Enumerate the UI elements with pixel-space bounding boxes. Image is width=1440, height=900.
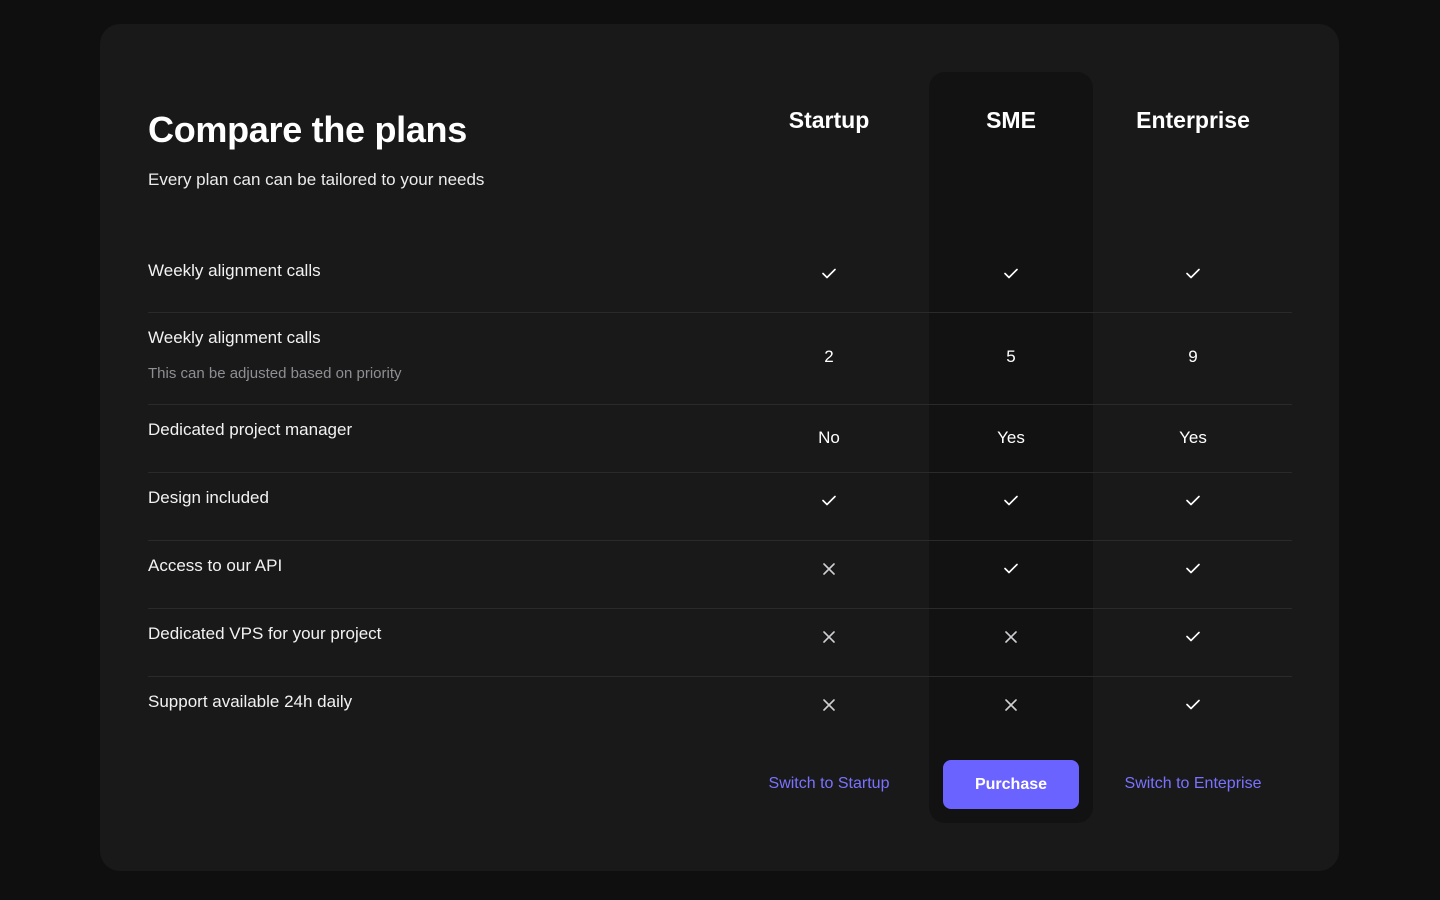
cell-value-sme: 5: [1006, 347, 1016, 366]
cell-value-startup: 2: [824, 347, 834, 366]
page-title: Compare the plans: [148, 109, 467, 150]
feature-label: Dedicated project manager: [148, 420, 353, 439]
pricing-comparison-card: Compare the plans Every plan can can be …: [100, 24, 1339, 871]
feature-label: Support available 24h daily: [148, 692, 353, 711]
check-icon: [747, 268, 911, 279]
feature-label: Weekly alignment calls: [148, 328, 321, 347]
check-icon: [1111, 699, 1275, 710]
table-row: Weekly alignment calls This can be adjust…: [148, 312, 1292, 405]
feature-label: Dedicated VPS for your project: [148, 624, 382, 643]
table-row: Weekly alignment calls: [148, 244, 1292, 313]
switch-to-startup-link[interactable]: Switch to Startup: [747, 774, 911, 794]
purchase-button[interactable]: Purchase: [943, 760, 1079, 809]
cross-icon: [929, 631, 1093, 643]
plan-header-enterprise: Enterprise: [1136, 107, 1250, 133]
cross-icon: [747, 563, 911, 575]
cross-icon: [747, 699, 911, 711]
table-row: Dedicated project manager No Yes Yes: [148, 404, 1292, 473]
cell-value-startup: No: [818, 428, 840, 447]
table-row: Support available 24h daily: [148, 676, 1292, 744]
plan-header-startup: Startup: [788, 107, 870, 133]
table-row: Design included: [148, 472, 1292, 541]
check-icon: [1111, 631, 1275, 642]
plan-header-sme: SME: [986, 107, 1036, 133]
check-icon: [1111, 268, 1275, 279]
check-icon: [747, 495, 911, 506]
feature-label: Design included: [148, 488, 269, 507]
feature-note: This can be adjusted based on priority: [148, 365, 402, 382]
page-subtitle: Every plan can can be tailored to your n…: [148, 170, 485, 189]
check-icon: [929, 268, 1093, 279]
cell-value-enterprise: 9: [1188, 347, 1198, 366]
check-icon: [929, 495, 1093, 506]
cell-value-enterprise: Yes: [1179, 428, 1207, 447]
check-icon: [929, 563, 1093, 574]
cell-value-sme: Yes: [997, 428, 1025, 447]
cross-icon: [747, 631, 911, 643]
cross-icon: [929, 699, 1093, 711]
feature-label: Access to our API: [148, 556, 283, 575]
table-row: Access to our API: [148, 540, 1292, 609]
check-icon: [1111, 495, 1275, 506]
switch-to-enterprise-link[interactable]: Switch to Enteprise: [1111, 774, 1275, 794]
feature-label: Weekly alignment calls: [148, 261, 321, 280]
check-icon: [1111, 563, 1275, 574]
table-row: Dedicated VPS for your project: [148, 608, 1292, 677]
